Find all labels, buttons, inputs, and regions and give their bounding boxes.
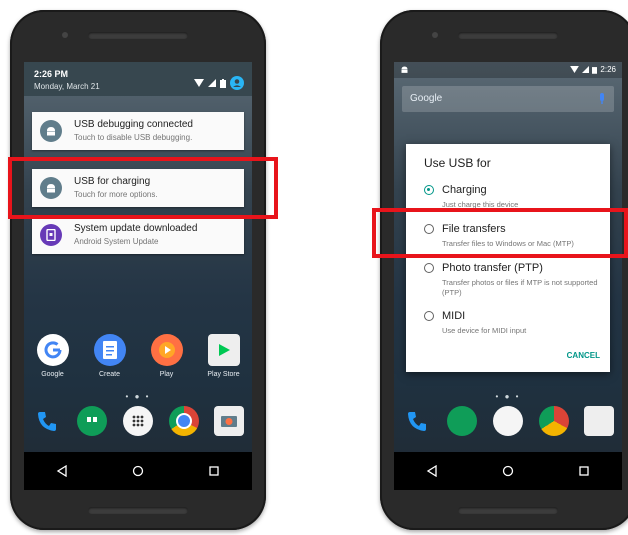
hangouts-icon[interactable] <box>447 406 478 436</box>
app-label: Google <box>41 371 64 378</box>
dock <box>394 406 622 436</box>
notification-title: USB debugging connected <box>74 119 193 130</box>
notification-usb-debugging[interactable]: USB debugging connected Touch to disable… <box>32 112 244 150</box>
status-time: 2:26 <box>600 65 616 74</box>
recents-icon[interactable] <box>208 465 220 477</box>
signal-icon <box>582 66 590 73</box>
front-camera <box>62 32 68 38</box>
shade-time: 2:26 PM <box>34 69 69 79</box>
usb-dialog-screen: 2:26 Google • ● • Use USB for Charging J… <box>394 62 622 490</box>
radio-button[interactable] <box>424 263 434 273</box>
app-label: Play <box>159 371 174 378</box>
app-drawer-icon[interactable] <box>122 406 153 436</box>
nav-bar <box>24 452 252 490</box>
top-speaker <box>458 32 558 39</box>
home-icon[interactable] <box>502 465 514 477</box>
option-description: Use device for MIDI input <box>442 326 527 335</box>
chrome-icon[interactable] <box>168 406 199 436</box>
notification-subtitle: Android System Update <box>74 237 159 246</box>
notification-screen: 2:26 PM Monday, March 21 USB debugging c… <box>24 62 252 490</box>
phone-icon[interactable] <box>32 406 62 436</box>
highlight-usb-charging <box>8 157 278 219</box>
google-icon <box>36 334 69 366</box>
battery-icon <box>592 66 598 74</box>
notification-subtitle: Touch to disable USB debugging. <box>74 133 193 142</box>
notification-title: System update downloaded <box>74 223 198 234</box>
option-label: Photo transfer (PTP) <box>442 262 543 274</box>
page-indicator: • ● • <box>125 392 151 401</box>
app-create[interactable]: Create <box>85 334 135 378</box>
nav-bar <box>394 452 622 490</box>
home-app-row: Google Create Play Play Store <box>24 334 252 378</box>
wifi-icon <box>570 66 580 73</box>
notification-shade-header: 2:26 PM Monday, March 21 <box>24 62 252 96</box>
option-label: MIDI <box>442 310 466 322</box>
app-play[interactable]: Play <box>142 334 192 378</box>
home-icon[interactable] <box>132 465 144 477</box>
dock <box>24 406 252 436</box>
android-icon <box>401 66 408 73</box>
highlight-file-transfers <box>372 208 628 258</box>
chrome-icon[interactable] <box>538 406 569 436</box>
play-music-icon <box>150 334 183 366</box>
camera-icon[interactable] <box>214 406 245 436</box>
right-phone: 2:26 Google • ● • Use USB for Charging J… <box>380 10 628 530</box>
left-phone: 2:26 PM Monday, March 21 USB debugging c… <box>10 10 266 530</box>
account-icon[interactable] <box>230 76 244 90</box>
google-search-bar[interactable]: Google <box>402 86 614 112</box>
status-bar: 2:26 <box>394 62 622 78</box>
app-drawer-icon[interactable] <box>492 406 523 436</box>
signal-icon <box>208 79 216 87</box>
hangouts-icon[interactable] <box>77 406 108 436</box>
app-play-store[interactable]: Play Store <box>199 334 249 378</box>
front-camera <box>432 32 438 38</box>
app-label: Create <box>98 371 120 378</box>
radio-button[interactable] <box>424 311 434 321</box>
option-label: Charging <box>442 184 487 196</box>
top-speaker <box>88 32 188 39</box>
shade-date: Monday, March 21 <box>34 82 100 91</box>
app-label: Play Store <box>207 371 240 378</box>
cancel-button[interactable]: CANCEL <box>567 351 600 360</box>
google-logo: Google <box>410 93 443 104</box>
option-description: Transfer photos or files if MTP is not s… <box>442 278 598 297</box>
app-google[interactable]: Google <box>28 334 78 378</box>
back-icon[interactable] <box>56 465 68 477</box>
play-store-icon <box>207 334 240 366</box>
radio-button-selected[interactable] <box>424 185 434 195</box>
recents-icon[interactable] <box>578 465 590 477</box>
use-usb-dialog: Use USB for Charging Just charge this de… <box>406 144 610 372</box>
bottom-speaker <box>88 507 188 514</box>
wifi-icon <box>194 79 204 87</box>
system-update-icon <box>40 224 62 246</box>
android-icon <box>40 120 62 142</box>
dialog-title: Use USB for <box>424 156 491 170</box>
notification-system-update[interactable]: System update downloaded Android System … <box>32 216 244 254</box>
bottom-speaker <box>458 507 558 514</box>
back-icon[interactable] <box>426 465 438 477</box>
camera-icon[interactable] <box>584 406 615 436</box>
mic-icon[interactable] <box>598 93 606 105</box>
battery-icon <box>220 78 226 88</box>
page-indicator: • ● • <box>495 392 521 401</box>
phone-icon[interactable] <box>402 406 432 436</box>
create-doc-icon <box>93 334 126 366</box>
